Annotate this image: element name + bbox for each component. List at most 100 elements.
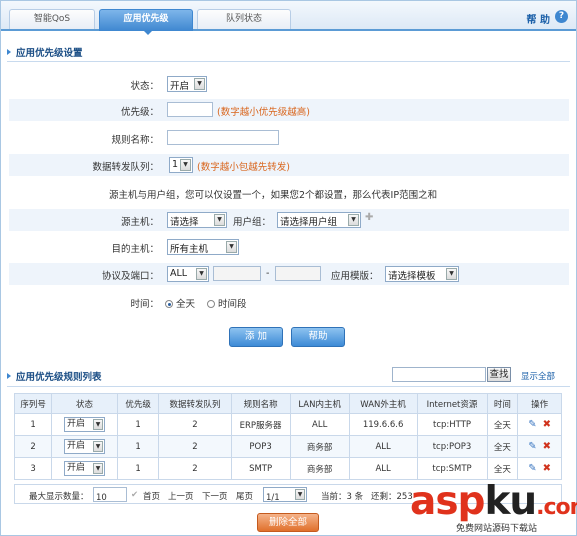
help-link[interactable]: 帮 助 <box>527 11 550 26</box>
active-tab-pointer <box>143 30 153 35</box>
column-header: 规则名称 <box>230 393 291 414</box>
row-status-select[interactable]: 开启 ▼ <box>64 439 105 454</box>
section-bullet-icon <box>7 373 11 379</box>
max-display-value: 10 <box>96 493 107 503</box>
rule-search-input[interactable] <box>392 367 486 382</box>
column-header: WAN外主机 <box>348 393 418 414</box>
edit-icon[interactable]: ✎ <box>528 463 536 474</box>
time-all-radio[interactable]: 全天 <box>165 296 195 310</box>
queue-select[interactable]: 1 ▼ <box>169 157 193 173</box>
delete-icon[interactable]: ✖ <box>543 463 551 474</box>
dest-host-label: 目的主机： <box>111 244 159 255</box>
source-host-label: 源主机： <box>120 217 159 228</box>
apply-check-icon[interactable]: ✔ <box>131 490 138 500</box>
chevron-down-icon: ▼ <box>194 78 205 90</box>
watermark-subtitle: 免费网站源码下载站 <box>456 521 538 534</box>
rule-name-input[interactable] <box>167 130 279 145</box>
time-row: 时间： 全天 时间段 <box>9 291 569 313</box>
delete-icon[interactable]: ✖ <box>543 419 551 430</box>
rules-table: 序列号 状态 优先级 数据转发队列 规则名称 LAN内主机 WAN外主机 Int… <box>13 393 562 480</box>
time-range-radio[interactable]: 时间段 <box>207 296 247 310</box>
rule-name-label: 规则名称： <box>111 135 159 146</box>
radio-checked-icon <box>165 300 173 308</box>
chevron-down-icon: ▼ <box>295 489 305 500</box>
dest-host-select[interactable]: 所有主机 ▼ <box>167 239 239 255</box>
first-page-link[interactable]: 首页 <box>143 490 160 502</box>
port-start-input[interactable] <box>213 266 261 281</box>
prev-page-link[interactable]: 上一页 <box>168 490 194 502</box>
edit-icon[interactable]: ✎ <box>528 419 536 430</box>
page-select[interactable]: 1/1 ▼ <box>263 487 307 503</box>
next-page-link[interactable]: 下一页 <box>202 490 228 502</box>
priority-input[interactable] <box>167 102 213 117</box>
delete-all-button[interactable]: 删除全部 <box>257 513 319 532</box>
last-page-link[interactable]: 尾页 <box>236 490 253 502</box>
cell-seq: 1 <box>13 413 53 436</box>
dest-row: 目的主机： 所有主机 ▼ <box>9 236 569 258</box>
cell-queue: 2 <box>158 413 232 436</box>
status-label: 状态： <box>130 81 159 92</box>
cell-actions: ✎ ✖ <box>517 435 562 458</box>
dest-host-value: 所有主机 <box>170 244 209 255</box>
user-group-value: 请选择用户组 <box>280 217 338 228</box>
show-all-link[interactable]: 显示全部 <box>521 370 555 382</box>
row-status-select[interactable]: 开启 ▼ <box>64 417 105 432</box>
add-group-icon[interactable]: ✚ <box>365 212 373 223</box>
edit-icon[interactable]: ✎ <box>528 441 536 452</box>
row-status-select[interactable]: 开启 ▼ <box>64 461 105 476</box>
rule-name-row: 规则名称： <box>9 127 569 149</box>
cell-rule-name: SMTP <box>230 457 291 480</box>
page-select-value: 1/1 <box>266 493 280 503</box>
row-status-value: 开启 <box>67 419 86 429</box>
chevron-down-icon: ▼ <box>93 441 103 452</box>
cell-wan-host: ALL <box>348 457 418 480</box>
cell-status: 开启 ▼ <box>51 435 118 458</box>
column-header: 数据转发队列 <box>158 393 232 414</box>
max-display-input[interactable]: 10 <box>93 487 127 503</box>
cell-actions: ✎ ✖ <box>517 413 562 436</box>
port-end-input[interactable] <box>275 266 321 281</box>
cell-resource: tcp:POP3 <box>416 435 488 458</box>
chevron-down-icon: ▼ <box>226 241 237 253</box>
settings-title-text: 应用优先级设置 <box>16 48 83 59</box>
protocol-select[interactable]: ALL ▼ <box>167 266 209 282</box>
protocol-label: 协议及端口： <box>101 271 159 282</box>
source-host-value: 请选择 <box>170 217 199 228</box>
status-select-value: 开启 <box>170 81 190 92</box>
column-header: Internet资源 <box>416 393 488 414</box>
column-header: LAN内主机 <box>289 393 350 414</box>
cell-actions: ✎ ✖ <box>517 457 562 480</box>
cell-priority: 1 <box>116 457 160 480</box>
user-group-select[interactable]: 请选择用户组 ▼ <box>277 212 361 228</box>
search-button[interactable]: 查找 <box>487 367 511 382</box>
cell-rule-name: ERP服务器 <box>230 413 291 436</box>
source-host-select[interactable]: 请选择 ▼ <box>167 212 227 228</box>
status-select[interactable]: 开启 ▼ <box>167 76 207 92</box>
queue-select-value: 1 <box>172 159 179 170</box>
tab-app-priority[interactable]: 应用优先级 <box>99 9 193 31</box>
help-button[interactable]: 帮助 <box>291 327 345 347</box>
help-icon[interactable]: ? <box>555 10 568 23</box>
settings-section-title: 应用优先级设置 <box>7 45 83 59</box>
time-label: 时间： <box>130 299 159 310</box>
section-bullet-icon <box>7 49 11 55</box>
app-template-label: 应用模版： <box>331 271 379 282</box>
cell-time: 全天 <box>486 413 519 436</box>
column-header: 时间 <box>486 393 519 414</box>
delete-icon[interactable]: ✖ <box>543 441 551 452</box>
app-template-select[interactable]: 请选择模板 ▼ <box>385 266 459 282</box>
divider <box>7 386 570 387</box>
cell-rule-name: POP3 <box>230 435 291 458</box>
divider <box>7 61 570 62</box>
cell-lan-host: 商务部 <box>289 435 350 458</box>
add-button[interactable]: 添 加 <box>229 327 283 347</box>
row-status-value: 开启 <box>67 441 86 451</box>
column-header: 操作 <box>517 393 562 414</box>
chevron-down-icon: ▼ <box>196 268 207 280</box>
tab-queue-status[interactable]: 队列状态 <box>197 9 291 29</box>
chevron-down-icon: ▼ <box>214 214 225 226</box>
chevron-down-icon: ▼ <box>446 268 457 280</box>
protocol-value: ALL <box>170 268 188 279</box>
tab-smart-qos[interactable]: 智能QoS <box>9 9 95 29</box>
priority-hint: (数字越小优先级越高) <box>217 107 310 118</box>
